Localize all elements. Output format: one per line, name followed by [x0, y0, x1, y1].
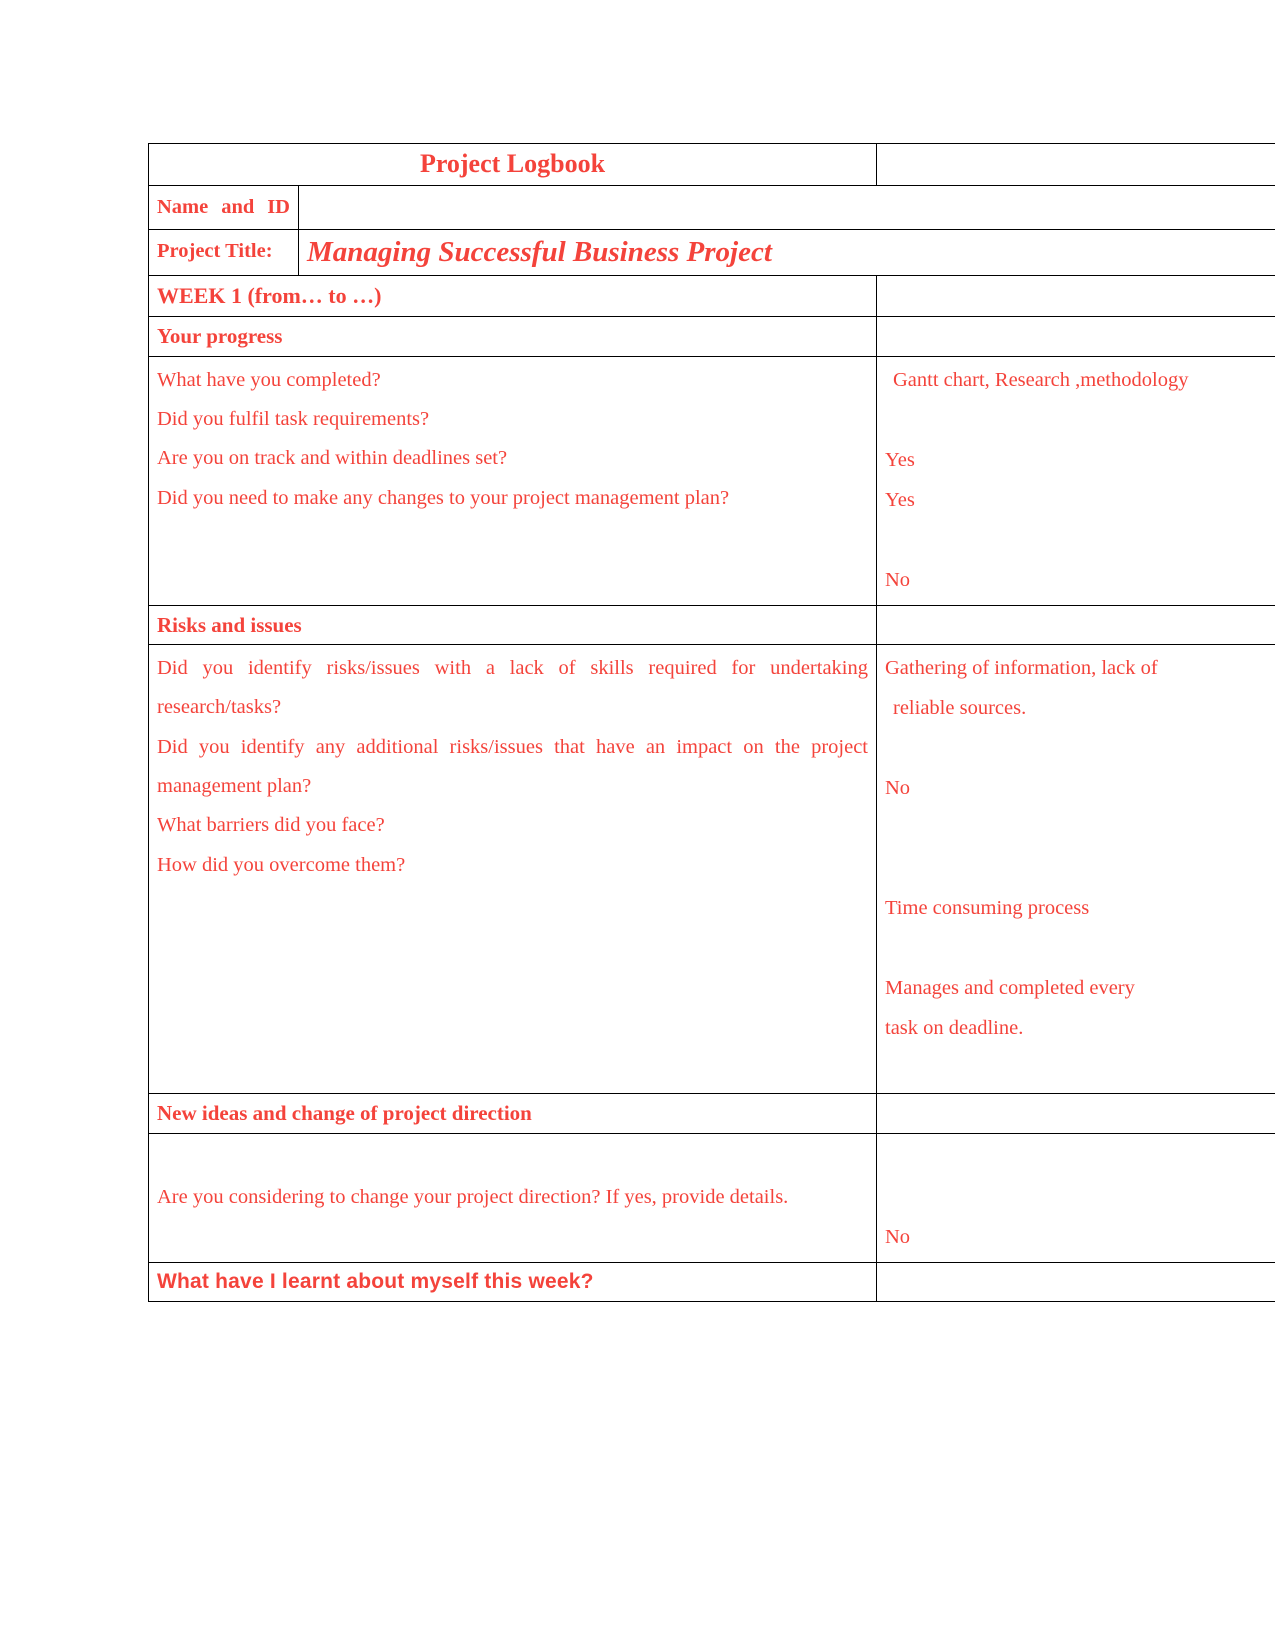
table-row-section-body-risks: Did you identify risks/issues with a lac…	[148, 644, 1275, 1095]
new-ideas-answer-gap-1: .	[885, 1138, 1275, 1178]
risks-answer-gap-3: .	[885, 849, 1275, 889]
progress-questions-spacer	[157, 518, 868, 558]
name-and-id-label: Name and ID	[148, 184, 299, 230]
table-row-name-and-id: Name and ID	[148, 184, 1275, 230]
progress-answer-gap-2: .	[885, 521, 1275, 561]
progress-answer-gap-1: .	[885, 401, 1275, 441]
new-ideas-spacer-top	[157, 1138, 868, 1178]
section-heading-risks-answer-cell	[876, 604, 1275, 646]
section-heading-what-have-i-learnt: What have I learnt about myself this wee…	[148, 1261, 877, 1302]
table-row-project-title: Project Title: Managing Successful Busin…	[148, 228, 1275, 277]
risks-answer-gap-4: .	[885, 929, 1275, 969]
new-ideas-answers[interactable]: . . No	[876, 1132, 1275, 1263]
progress-answer-3: Yes	[885, 488, 915, 511]
risks-answer-4a: Manages and completed every	[885, 976, 1135, 999]
week-heading: WEEK 1 (from… to …)	[148, 275, 877, 318]
section-heading-your-progress-answer-cell	[876, 316, 1275, 357]
risks-question-4: How did you overcome them?	[157, 853, 406, 876]
risks-answers[interactable]: Gathering of information, lack of reliab…	[876, 644, 1275, 1095]
project-title-value[interactable]: Managing Successful Business Project	[298, 228, 1275, 277]
table-row-week-heading: WEEK 1 (from… to …)	[148, 275, 1275, 318]
week-heading-answer-cell	[876, 275, 1275, 318]
progress-answer-1: Gantt chart, Research ,methodology	[893, 368, 1189, 391]
risks-questions-spacer-c	[157, 1009, 868, 1071]
risks-questions-spacer-d	[157, 1071, 868, 1089]
table-row-section-body-new-ideas: Are you considering to change your proje…	[148, 1132, 1275, 1263]
risks-answer-4b: task on deadline.	[885, 1016, 1024, 1039]
risks-answer-3: Time consuming process	[885, 896, 1090, 919]
progress-answers[interactable]: Gantt chart, Research ,methodology . Yes…	[876, 355, 1275, 606]
project-logbook-table: Project Logbook Name and ID Project Titl…	[148, 143, 1275, 1302]
risks-question-1: Did you identify risks/issues with a lac…	[157, 657, 868, 719]
project-title-label: Project Title:	[148, 228, 299, 277]
new-ideas-spacer-bottom	[157, 1217, 868, 1257]
progress-questions: What have you completed? Did you fulfil …	[148, 355, 877, 606]
document-page: Project Logbook Name and ID Project Titl…	[0, 0, 1275, 1650]
risks-answer-2: No	[885, 776, 911, 799]
section-heading-learnt-answer-cell	[876, 1261, 1275, 1302]
progress-question-3: Are you on track and within deadlines se…	[157, 447, 508, 470]
risks-question-3: What barriers did you face?	[157, 814, 385, 837]
section-heading-new-ideas-answer-cell	[876, 1093, 1275, 1134]
table-row-title: Project Logbook	[148, 143, 1275, 186]
progress-answer-2: Yes	[885, 448, 915, 471]
table-row-section-body-progress: What have you completed? Did you fulfil …	[148, 355, 1275, 606]
table-row-section-heading-learnt: What have I learnt about myself this wee…	[148, 1261, 1275, 1302]
new-ideas-answer-gap-2: .	[885, 1178, 1275, 1218]
risks-answer-gap-2: .	[885, 809, 1275, 849]
risks-questions-spacer-a	[157, 885, 868, 947]
section-heading-new-ideas: New ideas and change of project directio…	[148, 1093, 877, 1134]
progress-answer-4: No	[885, 568, 911, 591]
new-ideas-question-1: Are you considering to change your proje…	[157, 1185, 789, 1208]
risks-questions: Did you identify risks/issues with a lac…	[148, 644, 877, 1095]
risks-questions-spacer-b	[157, 947, 868, 1009]
new-ideas-questions: Are you considering to change your proje…	[148, 1132, 877, 1263]
table-row-section-heading-new-ideas: New ideas and change of project directio…	[148, 1093, 1275, 1134]
logbook-title-answer-cell	[876, 143, 1275, 186]
risks-answer-gap-1: .	[885, 729, 1275, 769]
progress-question-1: What have you completed?	[157, 368, 381, 391]
section-heading-your-progress: Your progress	[148, 316, 877, 357]
section-heading-risks-and-issues: Risks and issues	[148, 604, 877, 646]
logbook-title: Project Logbook	[148, 143, 877, 186]
table-row-section-heading-progress: Your progress	[148, 316, 1275, 357]
name-and-id-value[interactable]	[298, 184, 1275, 230]
progress-question-2: Did you fulfil task requirements?	[157, 408, 430, 431]
new-ideas-answer-1: No	[885, 1225, 911, 1248]
risks-answer-1b: reliable sources.	[893, 696, 1027, 719]
progress-question-4: Did you need to make any changes to your…	[157, 486, 730, 509]
risks-question-2: Did you identify any additional risks/is…	[157, 735, 868, 798]
risks-answer-1a: Gathering of information, lack of	[885, 657, 1158, 680]
table-row-section-heading-risks: Risks and issues	[148, 604, 1275, 646]
